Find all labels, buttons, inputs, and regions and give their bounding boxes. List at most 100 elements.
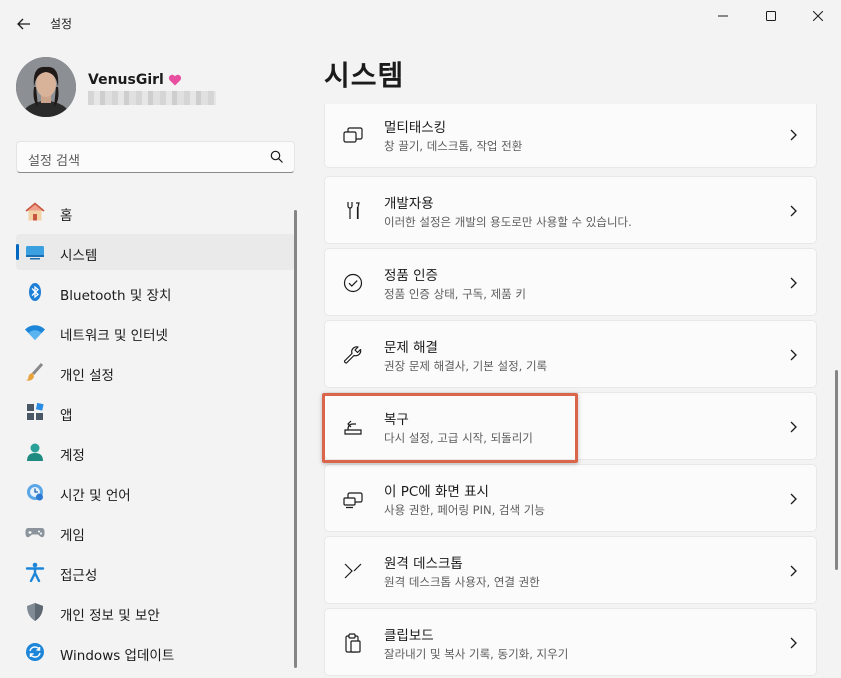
sidebar-item-label: 홈 <box>60 208 73 224</box>
sidebar-item-label: 시스템 <box>60 248 98 264</box>
bluetooth-icon <box>24 282 46 302</box>
sidebar-nav: 홈 시스템 Bluetooth 및 장치 네트워크 및 인터넷 개인 설정 앱 <box>16 194 295 674</box>
developer-tools-icon <box>347 202 360 219</box>
chevron-right-icon <box>790 129 797 141</box>
brush-icon <box>24 362 46 382</box>
card-subtitle: 잘라내기 및 복사 기록, 동기화, 지우기 <box>384 647 569 661</box>
card-recovery[interactable]: 복구 다시 설정, 고급 시작, 되돌리기 <box>324 392 817 460</box>
card-title: 개발자용 <box>384 196 434 212</box>
sidebar-item-privacy[interactable]: 개인 정보 및 보안 <box>16 594 295 630</box>
sidebar-item-bluetooth[interactable]: Bluetooth 및 장치 <box>16 274 295 310</box>
card-for-developers[interactable]: 개발자용 이러한 설정은 개발의 용도로만 사용할 수 있습니다. <box>324 176 817 244</box>
sidebar-item-accounts[interactable]: 계정 <box>16 434 295 470</box>
back-button[interactable] <box>10 10 38 38</box>
home-icon <box>24 202 46 222</box>
heart-icon <box>168 74 181 86</box>
chevron-right-icon <box>790 421 797 433</box>
gamepad-icon <box>24 522 46 542</box>
sidebar-item-label: 개인 설정 <box>60 368 114 384</box>
sidebar-item-label: 계정 <box>60 448 85 464</box>
user-email-redacted <box>88 91 216 105</box>
close-icon <box>813 11 823 21</box>
back-arrow-icon <box>17 18 30 30</box>
avatar-image <box>16 57 76 117</box>
card-title: 정품 인증 <box>384 268 438 284</box>
card-subtitle: 원격 데스크톱 사용자, 연결 권한 <box>384 575 540 589</box>
card-subtitle: 권장 문제 해결사, 기본 설정, 기록 <box>384 359 548 373</box>
account-icon <box>24 442 46 462</box>
sidebar-item-personalization[interactable]: 개인 설정 <box>16 354 295 390</box>
sidebar-item-network[interactable]: 네트워크 및 인터넷 <box>16 314 295 350</box>
sidebar-scrollbar[interactable] <box>294 210 297 668</box>
maximize-button[interactable] <box>748 0 794 32</box>
chevron-right-icon <box>790 493 797 505</box>
sidebar-item-label: 접근성 <box>60 568 98 584</box>
sidebar-item-apps[interactable]: 앱 <box>16 394 295 430</box>
card-title: 복구 <box>384 412 409 428</box>
close-button[interactable] <box>795 0 841 32</box>
sidebar-item-label: 게임 <box>60 528 85 544</box>
sidebar-item-windows-update[interactable]: Windows 업데이트 <box>16 634 295 670</box>
apps-icon <box>24 402 46 422</box>
card-title: 멀티태스킹 <box>384 120 447 136</box>
card-remote-desktop[interactable]: 원격 데스크톱 원격 데스크톱 사용자, 연결 권한 <box>324 536 817 604</box>
chevron-right-icon <box>790 565 797 577</box>
sidebar-item-label: 앱 <box>60 408 73 424</box>
minimize-icon <box>718 15 728 17</box>
recovery-icon <box>344 420 362 435</box>
search-input[interactable]: 설정 검색 <box>16 141 295 173</box>
card-title: 이 PC에 화면 표시 <box>384 484 489 500</box>
system-icon <box>24 242 46 262</box>
avatar[interactable] <box>16 57 76 117</box>
user-name: VenusGirl <box>88 72 182 88</box>
maximize-icon <box>766 11 776 21</box>
card-subtitle: 사용 권한, 페어링 PIN, 검색 기능 <box>384 503 545 517</box>
sidebar-item-gaming[interactable]: 게임 <box>16 514 295 550</box>
sidebar-item-system[interactable]: 시스템 <box>16 234 295 270</box>
sidebar-item-label: Windows 업데이트 <box>60 648 175 664</box>
card-title: 원격 데스크톱 <box>384 556 463 572</box>
card-clipboard[interactable]: 클립보드 잘라내기 및 복사 기록, 동기화, 지우기 <box>324 608 817 676</box>
accessibility-icon <box>24 562 46 582</box>
app-title: 설정 <box>50 17 73 31</box>
shield-icon <box>24 602 46 622</box>
settings-list: 멀티태스킹 창 끌기, 데스크톱, 작업 전환 개발자용 이러한 설정은 개발의… <box>324 104 818 678</box>
card-title: 클립보드 <box>384 628 434 644</box>
card-subtitle: 정품 인증 상태, 구독, 제품 키 <box>384 287 526 301</box>
card-multitasking[interactable]: 멀티태스킹 창 끌기, 데스크톱, 작업 전환 <box>324 104 817 168</box>
chevron-right-icon <box>790 637 797 649</box>
sidebar-item-time-language[interactable]: 시간 및 언어 <box>16 474 295 510</box>
sidebar-item-label: 개인 정보 및 보안 <box>60 608 160 624</box>
time-language-icon <box>24 482 46 502</box>
chevron-right-icon <box>790 205 797 217</box>
remote-desktop-icon <box>344 563 362 579</box>
card-subtitle: 다시 설정, 고급 시작, 되돌리기 <box>384 431 533 445</box>
activation-check-icon <box>343 273 363 293</box>
card-project-to-this-pc[interactable]: 이 PC에 화면 표시 사용 권한, 페어링 PIN, 검색 기능 <box>324 464 817 532</box>
sidebar-item-label: 시간 및 언어 <box>60 488 131 504</box>
card-troubleshoot[interactable]: 문제 해결 권장 문제 해결사, 기본 설정, 기록 <box>324 320 817 388</box>
sidebar-item-accessibility[interactable]: 접근성 <box>16 554 295 590</box>
wifi-icon <box>24 322 46 342</box>
content-scrollbar[interactable] <box>835 370 838 570</box>
user-name-text: VenusGirl <box>88 72 164 88</box>
chevron-right-icon <box>790 349 797 361</box>
update-icon <box>24 642 46 662</box>
card-activation[interactable]: 정품 인증 정품 인증 상태, 구독, 제품 키 <box>324 248 817 316</box>
chevron-right-icon <box>790 277 797 289</box>
page-title: 시스템 <box>324 59 405 92</box>
clipboard-icon <box>345 633 361 653</box>
multitasking-icon <box>343 127 363 143</box>
card-title: 문제 해결 <box>384 340 438 356</box>
wrench-icon <box>343 346 362 364</box>
active-indicator <box>16 244 19 260</box>
sidebar-item-label: Bluetooth 및 장치 <box>60 288 172 304</box>
sidebar-item-home[interactable]: 홈 <box>16 194 295 230</box>
search-icon <box>270 150 283 163</box>
minimize-button[interactable] <box>700 0 746 32</box>
project-screen-icon <box>343 492 363 509</box>
card-subtitle: 이러한 설정은 개발의 용도로만 사용할 수 있습니다. <box>384 215 632 229</box>
search-placeholder: 설정 검색 <box>28 154 80 169</box>
card-subtitle: 창 끌기, 데스크톱, 작업 전환 <box>384 139 523 153</box>
sidebar-item-label: 네트워크 및 인터넷 <box>60 328 168 344</box>
